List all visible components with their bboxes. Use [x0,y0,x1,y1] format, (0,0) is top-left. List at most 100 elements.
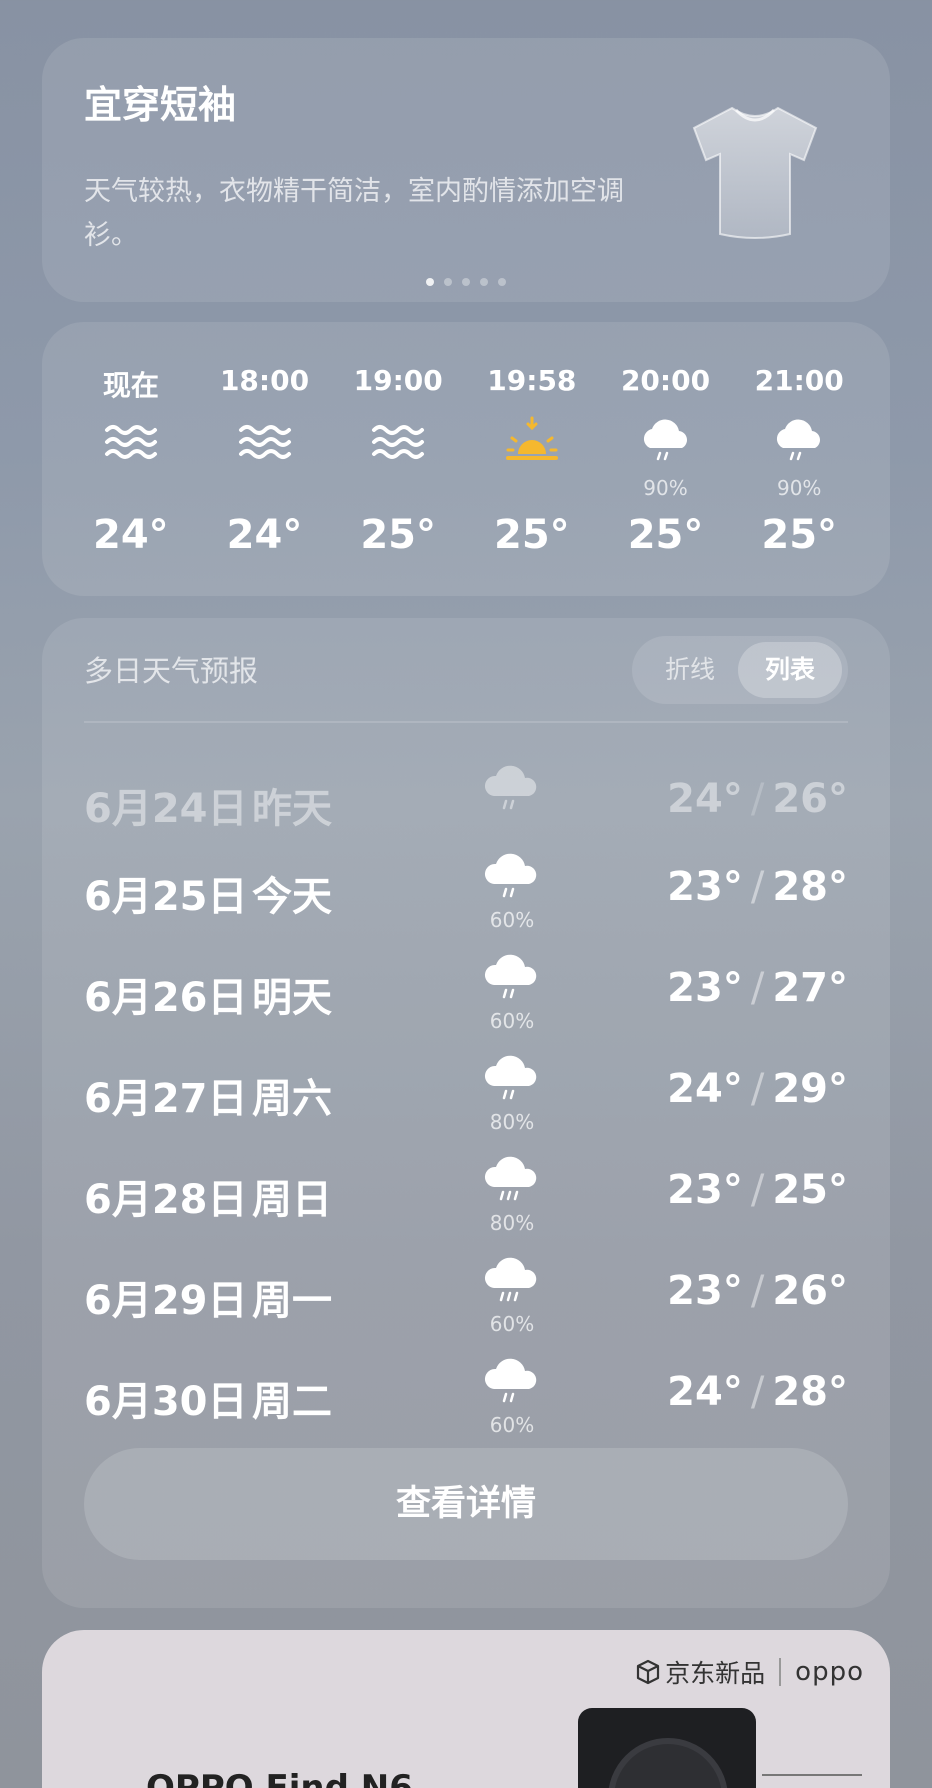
forecast-date: 6月25日 [84,874,248,920]
forecast-temps: 23°/26° [667,1268,848,1314]
forecast-temps: 23°/25° [667,1167,848,1213]
rain-cloud-icon [777,419,821,461]
forecast-low: 24° [667,1066,743,1112]
forecast-row[interactable]: 6月30日 周二 60% 24°/28° [42,1345,890,1445]
forecast-temps: 23°/27° [667,965,848,1011]
forecast-temps: 24°/29° [667,1066,848,1112]
page-dot [498,278,506,286]
temp-separator: / [750,1268,765,1314]
forecast-precip: 80% [489,1110,535,1134]
view-toggle[interactable]: 折线 列表 [632,636,848,704]
forecast-row[interactable]: 6月24日 昨天 24°/26° [42,752,890,852]
ad-product-title: OPPO Find N6 [146,1768,413,1788]
hourly-time: 19:00 [353,364,443,397]
hourly-temp: 24° [226,512,303,558]
hourly-item: 18:00 24° [198,322,332,596]
forecast-precip: 60% [489,908,535,932]
toggle-line-chart[interactable]: 折线 [638,642,742,698]
hourly-time: 21:00 [754,364,844,397]
hourly-temp: 25° [360,512,437,558]
jd-cube-icon [637,1659,660,1685]
ad-brand-logo: oppo [795,1657,864,1687]
forecast-row[interactable]: 6月25日 今天 60% 23°/28° [42,840,890,940]
haze-icon [104,425,157,459]
hourly-temp: 25° [494,512,570,558]
hourly-precip: 90% [776,476,822,500]
tshirt-icon [692,106,818,239]
forecast-weekday: 明天 [252,975,332,1021]
forecast-high: 29° [772,1066,848,1112]
forecast-low: 23° [667,1268,743,1314]
forecast-high: 25° [772,1167,848,1213]
ad-brand-row: 京东新品 oppo [635,1654,864,1690]
hourly-temp: 25° [627,512,704,558]
forecast-temps: 24°/26° [667,776,848,822]
temp-separator: / [750,965,765,1011]
rain-cloud-icon [484,1358,537,1403]
brand-divider [779,1658,782,1686]
forecast-low: 23° [667,1167,743,1213]
forecast-weekday: 周日 [252,1177,332,1223]
hourly-temp: 25° [761,512,838,558]
forecast-date: 6月24日 [84,786,248,832]
forecast-row[interactable]: 6月27日 周六 80% 24°/29° [42,1042,890,1142]
temp-separator: / [750,776,765,822]
forecast-weekday: 周六 [252,1076,332,1122]
forecast-weekday: 周二 [252,1379,332,1425]
clothing-description: 天气较热，衣物精干简洁，室内酌情添加空调衫。 [84,176,624,251]
forecast-low: 24° [667,776,743,822]
hourly-forecast-card[interactable]: 现在 24° 18:00 24° 19:00 25° 19:58 25° 20:… [42,322,890,596]
rain-cloud-icon [484,1055,537,1100]
multi-day-forecast-card: 多日天气预报 折线 列表 6月24日 昨天 24°/26° 6月25日 今天 6… [42,618,890,1608]
rain-cloud-icon [484,1156,537,1201]
page-dot [480,278,488,286]
forecast-temps: 24°/28° [667,1369,848,1415]
hourly-item: 19:00 25° [331,322,465,596]
forecast-precip: 60% [489,1009,535,1033]
forecast-weekday: 周一 [252,1278,332,1324]
temp-separator: / [750,864,765,910]
ad-banner[interactable]: 京东新品 oppo OPPO Find N6 [42,1630,890,1788]
haze-icon [238,425,291,459]
view-details-button[interactable]: 查看详情 [84,1448,848,1560]
forecast-high: 26° [772,1268,848,1314]
forecast-high: 28° [772,1369,848,1415]
rain-cloud-icon [484,853,537,898]
hourly-time: 19:58 [487,364,577,397]
haze-icon [372,425,425,459]
forecast-low: 23° [667,864,743,910]
hourly-precip: 90% [643,476,688,500]
hourly-temp: 24° [93,512,169,558]
forecast-row[interactable]: 6月29日 周一 60% 23°/26° [42,1244,890,1344]
rain-cloud-icon [643,419,687,461]
forecast-date: 6月29日 [84,1278,248,1324]
forecast-precip: 60% [489,1312,535,1336]
hourly-time: 20:00 [620,364,711,397]
forecast-weekday: 今天 [252,874,332,920]
camera-lens [608,1738,728,1788]
forecast-title: 多日天气预报 [84,654,259,688]
ad-decor-line [762,1774,862,1776]
forecast-temps: 23°/28° [667,864,848,910]
page-indicator [426,278,506,286]
clothing-title: 宜穿短袖 [84,83,237,127]
hourly-item: 19:58 25° [465,322,599,596]
forecast-row[interactable]: 6月28日 周日 80% 23°/25° [42,1143,890,1243]
forecast-row[interactable]: 6月26日 明天 60% 23°/27° [42,941,890,1041]
rain-cloud-icon [484,954,537,999]
page-dot [444,278,452,286]
forecast-date: 6月26日 [84,975,248,1021]
forecast-date: 6月28日 [84,1177,248,1223]
forecast-low: 24° [667,1369,743,1415]
hourly-time: 现在 [102,369,159,402]
rain-cloud-icon [484,765,537,810]
temp-separator: / [750,1066,765,1112]
sunset-icon [505,416,558,460]
hourly-time: 18:00 [219,364,310,397]
toggle-list[interactable]: 列表 [738,642,842,698]
forecast-high: 27° [772,965,848,1011]
forecast-weekday: 昨天 [252,786,332,832]
ad-channel: 京东新品 [665,1659,766,1688]
forecast-date: 6月27日 [84,1076,248,1122]
clothing-card[interactable]: 宜穿短袖 天气较热，衣物精干简洁，室内酌情添加空调衫。 [42,38,890,302]
